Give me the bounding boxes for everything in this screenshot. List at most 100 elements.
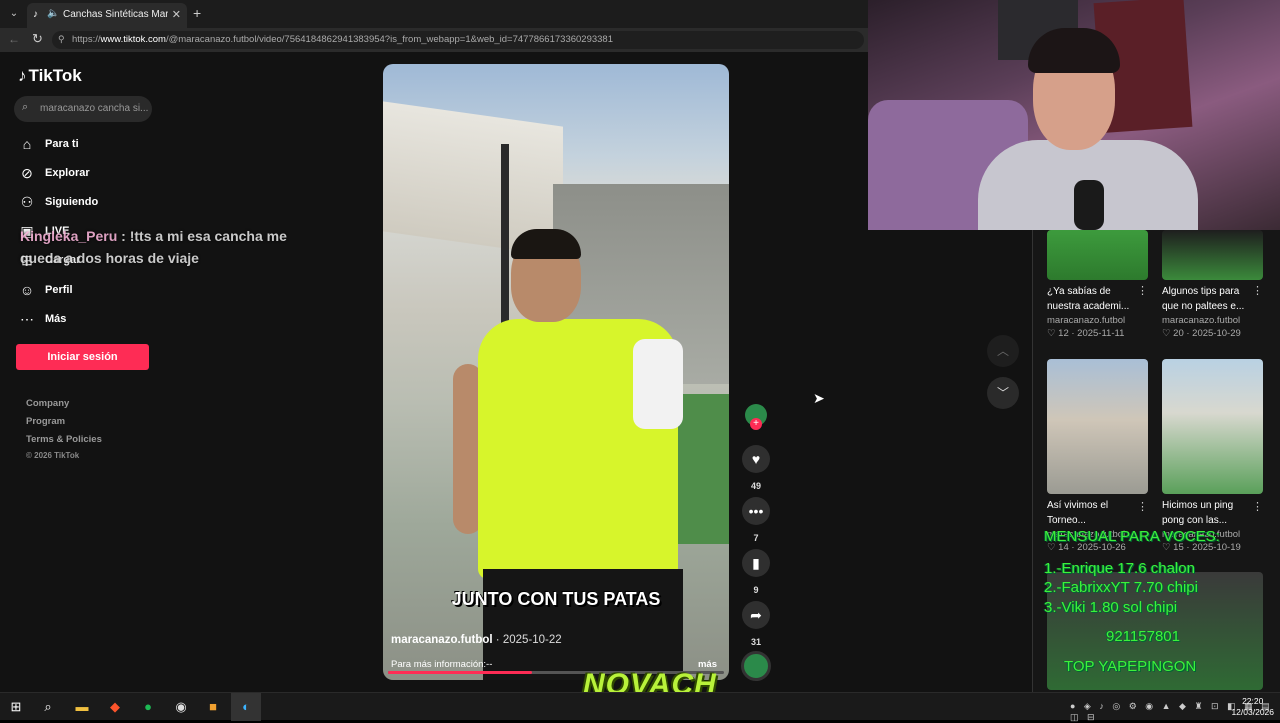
sidebar-item-perfil[interactable]: ☺ Perfil — [18, 280, 73, 300]
like-count: 49 — [750, 481, 761, 491]
comment-action[interactable]: ••• 7 — [741, 497, 771, 543]
card-title: Algunos tips para que no paltees e... — [1162, 286, 1245, 312]
search-placeholder: maracanazo cancha si... — [40, 103, 149, 114]
site-info-icon[interactable]: ⚲ — [58, 34, 65, 45]
url-text: https://www.tiktok.com/@maracanazo.futbo… — [72, 34, 613, 45]
video-person-pants — [483, 569, 683, 680]
search-input[interactable]: ⌕ maracanazo cancha si... — [14, 96, 152, 122]
card-stats: ♡ 20 · 2025-10-29 — [1162, 328, 1241, 339]
taskbar-search-icon[interactable]: ⌕ — [39, 698, 57, 716]
brave-browser-icon[interactable]: ◆ — [106, 698, 124, 716]
copyright: © 2026 TikTok — [26, 451, 80, 460]
windows-start-icon[interactable]: ⊞ — [7, 698, 25, 716]
login-button[interactable]: Iniciar sesión — [16, 344, 149, 370]
reload-icon[interactable]: ↻ — [32, 31, 43, 47]
obs-icon[interactable]: ◉ — [172, 698, 190, 716]
donations-footer: TOP YAPEPINGON — [1064, 657, 1197, 675]
profile-icon: ☺ — [19, 282, 35, 298]
compass-icon: ⊘ — [21, 164, 33, 181]
speaker-icon[interactable]: 🔈 — [47, 8, 59, 19]
video-thumbnail[interactable] — [1047, 359, 1148, 494]
following-icon: ⚇ — [20, 193, 34, 210]
edge-browser-icon[interactable]: ◐ — [237, 698, 255, 716]
video-thumbnail[interactable] — [1047, 230, 1148, 280]
tiktok-favicon-icon: ♪ — [33, 9, 38, 20]
video-person-sleeve — [633, 339, 683, 429]
music-disc-icon[interactable] — [741, 651, 771, 681]
video-player[interactable]: JUNTO CON TUS PATAS maracanazo.futbol · … — [383, 64, 729, 680]
sidebar-item-para-ti[interactable]: ⌂ Para ti — [18, 134, 79, 154]
more-options-icon[interactable]: ⋮ — [1252, 500, 1263, 513]
sidebar-item-explorar[interactable]: ⊘ Explorar — [18, 163, 90, 183]
footer-link-program[interactable]: Program — [26, 416, 65, 427]
footer-link-company[interactable]: Company — [26, 398, 69, 409]
card-title: Así vivimos el Torneo... — [1047, 500, 1109, 526]
save-action[interactable]: ▮ 9 — [741, 549, 771, 595]
mouse-cursor-icon: ➤ — [813, 390, 825, 406]
video-thumbnail[interactable] — [1162, 230, 1263, 280]
bookmark-icon[interactable]: ▮ — [742, 549, 770, 577]
browser-tab-bar: ⌄ ♪ 🔈 Canchas Sintéticas Maracanaz... ✕ … — [0, 0, 868, 28]
close-tab-icon[interactable]: ✕ — [172, 8, 181, 21]
related-video-card[interactable]: ⋮ ¿Ya sabías de nuestra academi... marac… — [1047, 230, 1148, 339]
footer-link-terms[interactable]: Terms & Policies — [26, 434, 102, 445]
related-video-card[interactable]: ⋮ Así vivimos el Torneo... maracanazo.fu… — [1047, 359, 1148, 553]
chat-username: Kingleka_Peru — [20, 228, 118, 244]
spotify-icon[interactable]: ● — [139, 698, 157, 716]
app-4-icon[interactable]: ■ — [204, 698, 222, 716]
tiktok-note-icon: ♪ — [18, 66, 27, 85]
tab-title: Canchas Sintéticas Maracanaz... — [63, 9, 168, 20]
tiktok-logo[interactable]: ♪ TikTok — [18, 66, 82, 86]
more-options-icon[interactable]: ⋮ — [1252, 284, 1263, 297]
card-stats: ♡ 12 · 2025-11-11 — [1047, 328, 1125, 339]
more-options-icon[interactable]: ⋮ — [1137, 500, 1148, 513]
stream-donations-overlay: MENSUAL PARA VOCES: 1.-Enrique 17.6 chal… — [1044, 527, 1220, 676]
windows-taskbar: ⊞ ⌕ ▬ ◆ ● ◉ ■ ◐ ● ◈ ♪ ◎ ⚙ ◉ ▲ ◆ ♜ ⊡ ◧ ▦ … — [0, 692, 1280, 722]
tab-menu-chevron-icon[interactable]: ⌄ — [5, 5, 23, 23]
video-caption: JUNTO CON TUS PATAS — [451, 589, 661, 609]
streamer-webcam — [868, 0, 1280, 230]
home-icon: ⌂ — [22, 136, 32, 152]
stream-chat-message: Kingleka_Peru : !tts a mi esa cancha me … — [20, 225, 320, 269]
share-count: 31 — [750, 637, 761, 647]
file-explorer-icon[interactable]: ▬ — [73, 698, 91, 716]
browser-tab[interactable]: ♪ 🔈 Canchas Sintéticas Maracanaz... ✕ — [27, 3, 187, 28]
back-arrow-icon[interactable]: ← — [8, 32, 20, 46]
video-author[interactable]: maracanazo.futbol · 2025-10-22 — [391, 634, 562, 646]
card-title: Hicimos un ping pong con las... — [1162, 500, 1234, 526]
sidebar-item-siguiendo[interactable]: ⚇ Siguiendo — [18, 192, 98, 212]
heart-icon[interactable]: ♥ — [742, 445, 770, 473]
search-icon: ⌕ — [22, 101, 29, 113]
donations-title: MENSUAL PARA VOCES: — [1044, 528, 1220, 545]
address-bar-row: ← ↻ ⚲ https://www.tiktok.com/@maracanazo… — [0, 28, 868, 52]
donation-line-1: 1.-Enrique 17.6 chalon — [1044, 559, 1195, 577]
previous-video-button[interactable]: ︿ — [987, 335, 1019, 367]
save-count: 9 — [753, 585, 759, 595]
more-options-icon[interactable]: ⋮ — [1137, 284, 1148, 297]
video-progress-fill — [388, 671, 533, 674]
comment-count: 7 — [753, 533, 759, 543]
donation-line-3: 3.-Viki 1.80 sol chipi — [1044, 598, 1178, 616]
url-field[interactable]: ⚲ https://www.tiktok.com/@maracanazo.fut… — [52, 31, 864, 49]
share-icon[interactable]: ➦ — [742, 601, 770, 629]
card-user: maracanazo.futbol — [1162, 315, 1241, 326]
webcam-microphone — [1074, 180, 1104, 230]
comment-icon[interactable]: ••• — [742, 497, 770, 525]
follow-plus-icon[interactable]: + — [750, 418, 762, 430]
sidebar-item-mas[interactable]: ⋯ Más — [18, 309, 66, 329]
card-user: maracanazo.futbol — [1047, 315, 1126, 326]
share-action[interactable]: ➦ 31 — [741, 601, 771, 647]
related-video-card[interactable]: ⋮ Algunos tips para que no paltees e... … — [1162, 230, 1263, 339]
donation-phone: 921157801 — [1106, 628, 1180, 645]
like-action[interactable]: ♥ 49 — [741, 445, 771, 491]
card-title: ¿Ya sabías de nuestra academi... — [1047, 286, 1130, 312]
more-icon: ⋯ — [20, 310, 34, 327]
related-video-card[interactable]: ⋮ Hicimos un ping pong con las... maraca… — [1162, 359, 1263, 553]
video-thumbnail[interactable] — [1162, 359, 1263, 494]
new-tab-icon[interactable]: + — [193, 5, 201, 21]
video-description: Para más información:-- — [391, 659, 493, 670]
next-video-button[interactable]: ﹀ — [987, 377, 1019, 409]
donation-line-2: 2.-FabrixxYT 7.70 chipi — [1044, 579, 1198, 596]
video-person-hair — [511, 229, 581, 259]
system-clock[interactable]: 22:20 12/03/2026 — [1231, 696, 1274, 718]
